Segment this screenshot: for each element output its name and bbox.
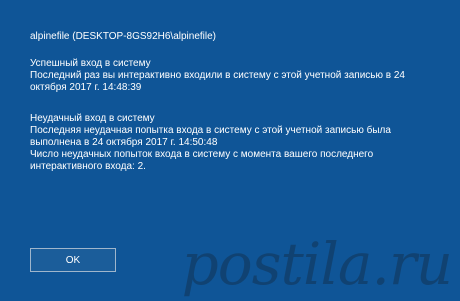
watermark-logo: postila.ru (181, 230, 453, 298)
failed-login-text: Последняя неудачная попытка входа в сист… (30, 125, 391, 148)
account-name: alpinefile (DESKTOP-8GS92H6\alpinefile) (30, 31, 217, 42)
failed-login-count: Число неудачных попыток входа в систему … (30, 149, 374, 172)
sign-in-info-screen: alpinefile (DESKTOP-8GS92H6\alpinefile) … (0, 0, 460, 301)
failed-login-title: Неудачный вход в систему (30, 113, 155, 124)
success-login-title: Успешный вход в систему (30, 58, 151, 69)
success-login-section: Успешный вход в систему Последний раз вы… (30, 58, 440, 94)
failed-login-section: Неудачный вход в систему Последняя неуда… (30, 113, 440, 173)
success-login-text: Последний раз вы интерактивно входили в … (30, 70, 405, 93)
ok-button[interactable]: OK (30, 248, 116, 272)
